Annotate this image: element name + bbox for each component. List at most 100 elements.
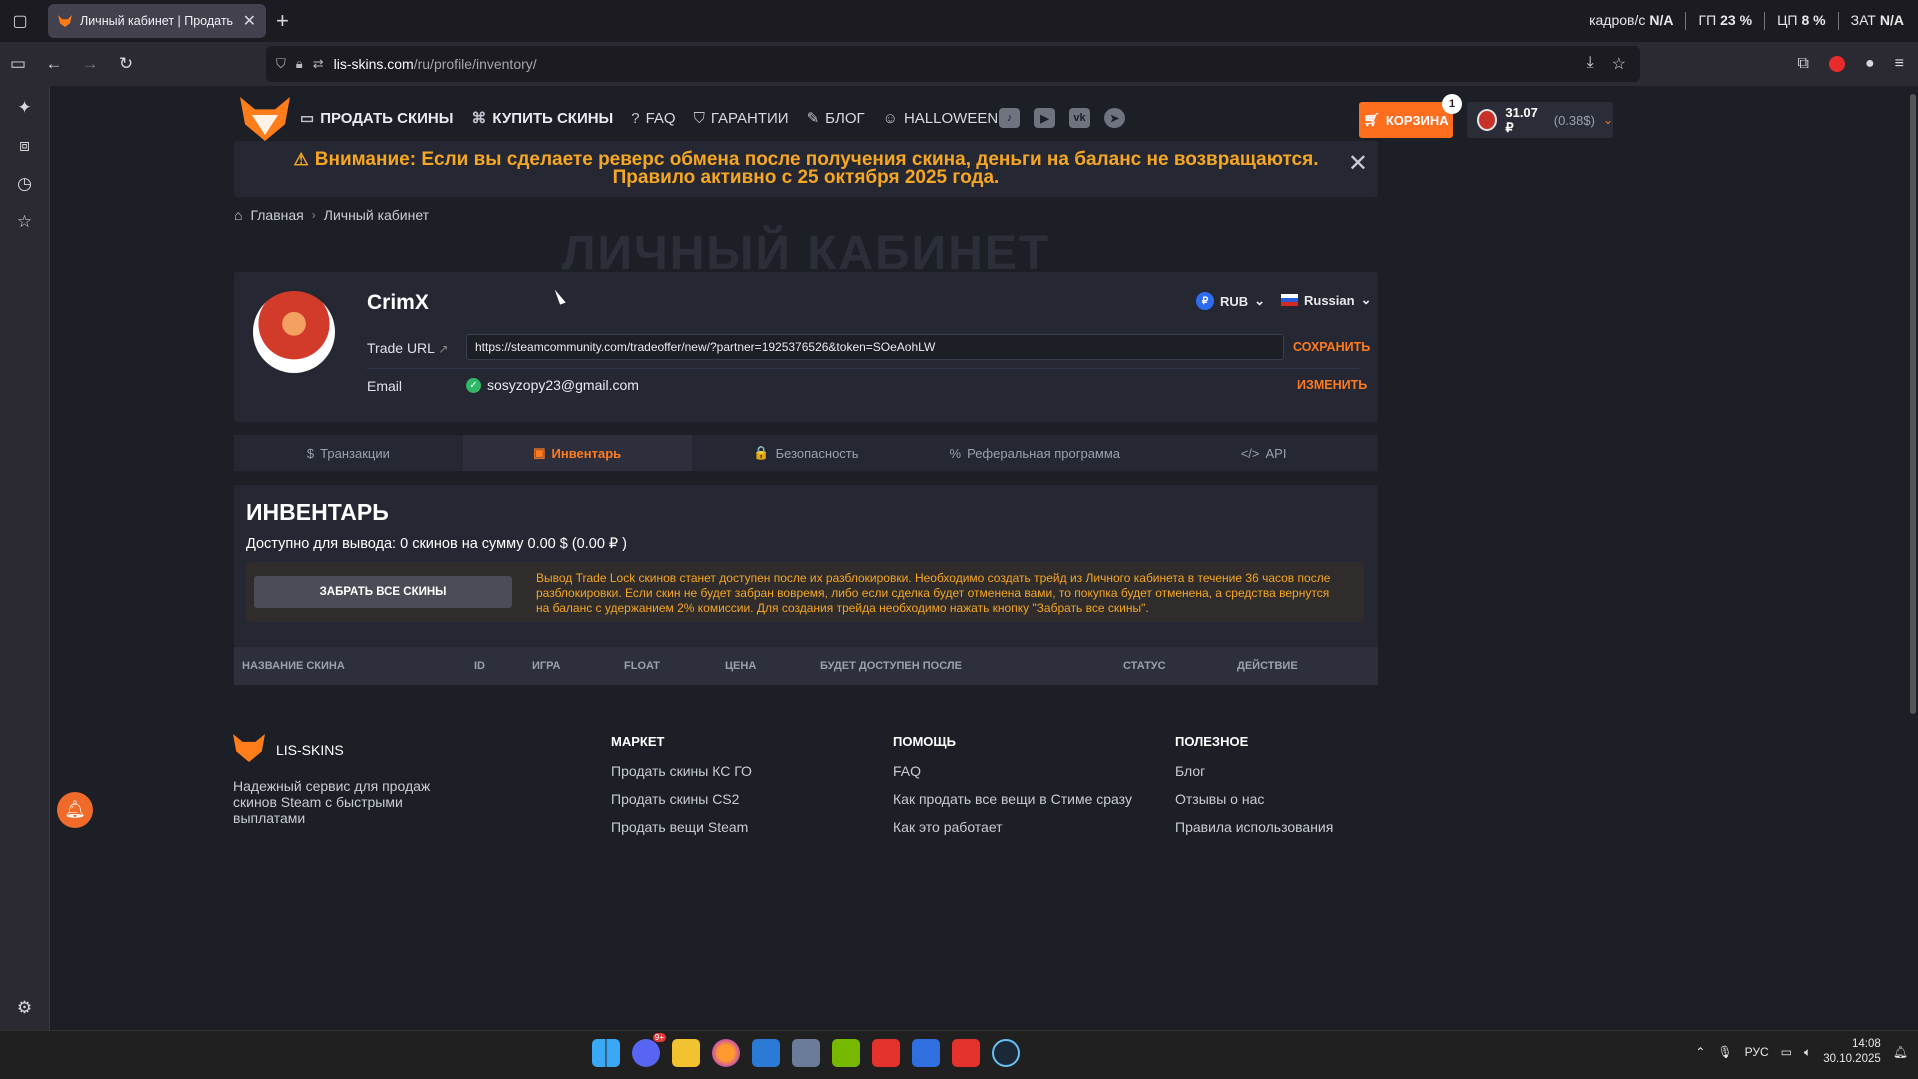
clock[interactable]: 14:08 30.10.2025 [1823, 1037, 1881, 1067]
menu-blog[interactable]: ✎ БЛОГ [807, 109, 865, 128]
app-icon-gray[interactable] [792, 1039, 820, 1067]
input-language[interactable]: РУС [1745, 1045, 1769, 1059]
sidebar-toggle-icon[interactable]: ▭ [0, 42, 36, 86]
footer-logo[interactable] [233, 734, 265, 762]
microphone-icon[interactable]: 🎙︎ [1717, 1045, 1732, 1059]
currency-select[interactable]: ₽ RUB ⌄ [1196, 292, 1265, 310]
bookmark-star-icon[interactable]: ☆ [1612, 54, 1626, 74]
inventory-icon: ▣ [533, 445, 546, 460]
address-bar[interactable]: ⛉ 🔒︎ ⇄ lis-skins.com/ru/profile/inventor… [266, 46, 1640, 82]
back-icon[interactable]: ← [36, 42, 72, 86]
lock-icon[interactable]: 🔒︎ [296, 56, 303, 72]
save-page-icon[interactable]: ⤓ [1587, 54, 1594, 74]
footer-col-title: ПОМОЩЬ [893, 734, 956, 749]
anydesk-icon[interactable] [872, 1039, 900, 1067]
tracking-shield-icon[interactable]: ⛉ [276, 56, 286, 72]
account-icon[interactable]: ● [1865, 55, 1875, 73]
language-select[interactable]: Russian ⌄ [1281, 292, 1371, 308]
page-scrollbar[interactable] [1910, 94, 1916, 714]
footer-link[interactable]: Как это работает [893, 819, 1132, 847]
menu-guarantees[interactable]: ⛉ ГАРАНТИИ [694, 110, 789, 127]
cart-icon: 🛒︎ [1363, 112, 1380, 127]
windows-start-icon[interactable] [592, 1039, 620, 1067]
chevron-right-icon: › [311, 208, 316, 222]
url-text[interactable]: lis-skins.com/ru/profile/inventory/ [334, 56, 537, 72]
trade-url-input[interactable]: https://steamcommunity.com/tradeoffer/ne… [466, 334, 1284, 360]
claim-all-skins-button[interactable]: ЗАБРАТЬ ВСЕ СКИНЫ [254, 576, 512, 608]
chevron-up-icon[interactable]: ⌃ [1695, 1045, 1705, 1059]
save-trade-url-button[interactable]: СОХРАНИТЬ [1293, 340, 1370, 354]
footer-link[interactable]: Правила использования [1175, 819, 1333, 847]
footer-link[interactable]: Продать скины КС ГО [611, 763, 752, 791]
cart-button[interactable]: 🛒︎ КОРЗИНА [1359, 102, 1453, 138]
tab-transactions[interactable]: $ Транзакции [234, 435, 463, 471]
file-explorer-icon[interactable] [672, 1039, 700, 1067]
tab-inventory[interactable]: ▣ Инвентарь [462, 435, 692, 471]
shield-icon: ⛉ [693, 109, 705, 127]
notifications-icon[interactable]: 🔔︎ [1893, 1045, 1908, 1059]
windows-taskbar: 9+ ⌃ 🎙︎ РУС ▭ 🔈︎ 14:08 30.10.2025 🔔︎ [0, 1030, 1918, 1079]
footer-link[interactable]: FAQ [893, 763, 1132, 791]
close-tab-icon[interactable]: ✕ [243, 11, 256, 31]
breadcrumb-current: Личный кабинет [323, 207, 430, 223]
steam-icon[interactable] [992, 1039, 1020, 1067]
browser-nav-bar: ▭ ← → ↻ ⛉ 🔒︎ ⇄ lis-skins.com/ru/profile/… [0, 42, 1918, 86]
footer-link[interactable]: Блог [1175, 763, 1333, 791]
menu-halloween[interactable]: ☺ HALLOWEEN [883, 110, 999, 127]
sidebar-settings-icon[interactable]: ⚙ [17, 998, 32, 1018]
youtube-extension-icon[interactable] [1828, 56, 1845, 72]
menu-icon[interactable]: ≡ [1895, 55, 1904, 73]
bookmarks-icon[interactable]: ☆ [17, 212, 32, 232]
change-email-button[interactable]: ИЗМЕНИТЬ [1297, 378, 1367, 392]
buy-icon: ⌘ [471, 110, 487, 127]
anydesk-icon-2[interactable] [952, 1039, 980, 1067]
tab-referral[interactable]: % Реферальная программа [920, 435, 1149, 471]
app-icon-blue-2[interactable] [912, 1039, 940, 1067]
banner-line-2: Правило активно с 25 октября 2025 года. [612, 167, 1000, 188]
new-tab-icon[interactable]: + [276, 8, 289, 34]
firefox-icon[interactable] [712, 1039, 740, 1067]
synced-tabs-icon[interactable]: ⧈ [19, 136, 30, 156]
youtube-icon[interactable]: ▶ [1034, 108, 1055, 128]
breadcrumb-home[interactable]: Главная [250, 207, 303, 223]
chevron-down-icon: ⌄ [1602, 113, 1613, 127]
network-icon[interactable]: ▭ [1781, 1045, 1792, 1059]
browser-tab-active[interactable]: Личный кабинет | Продать ск ✕ [48, 4, 266, 38]
footer-link[interactable]: Как продать все вещи в Стиме сразу [893, 791, 1132, 819]
footer-link[interactable]: Продать вещи Steam [611, 819, 752, 847]
footer-link[interactable]: Отзывы о нас [1175, 791, 1333, 819]
extensions-icon[interactable]: ⧉ [1798, 55, 1809, 73]
user-avatar-small [1477, 109, 1498, 131]
chevron-down-icon: ⌄ [1360, 292, 1372, 307]
dollar-icon: $ [306, 445, 315, 461]
ai-chat-icon[interactable]: ✦ [17, 98, 31, 118]
close-banner-icon[interactable]: ✕ [1348, 149, 1368, 178]
telegram-icon[interactable]: ➤ [1104, 108, 1125, 128]
menu-faq[interactable]: ? FAQ [631, 110, 675, 127]
sysmon-fps: кадров/с N/A [1589, 12, 1674, 28]
tab-list-icon[interactable]: ▢ [0, 0, 40, 42]
home-icon[interactable]: ⌂ [234, 207, 242, 223]
app-icon-blue[interactable] [752, 1039, 780, 1067]
check-icon: ✓ [466, 378, 481, 393]
tab-api[interactable]: </> API [1149, 435, 1378, 471]
history-icon[interactable]: ◷ [17, 174, 32, 194]
discord-icon[interactable]: 9+ [632, 1033, 666, 1067]
reload-icon[interactable]: ↻ [108, 42, 144, 86]
footer-link[interactable]: Продать скины CS2 [611, 791, 752, 819]
permissions-icon[interactable]: ⇄ [313, 56, 324, 72]
tab-security[interactable]: 🔒 Безопасность [692, 435, 921, 471]
menu-sell-skins[interactable]: ▭ ПРОДАТЬ СКИНЫ [300, 109, 453, 128]
menu-buy-skins[interactable]: ⌘ КУПИТЬ СКИНЫ [471, 109, 613, 128]
external-link-icon[interactable]: ↗ [438, 342, 448, 356]
forward-icon[interactable]: → [72, 42, 108, 86]
balance-dropdown[interactable]: 31.07 ₽ (0.38$) ⌄ [1467, 102, 1613, 138]
browser-tab-bar: ▢ Личный кабинет | Продать ск ✕ + кадров… [0, 0, 1918, 42]
volume-icon[interactable]: 🔈︎ [1804, 1045, 1811, 1060]
nvidia-icon[interactable] [832, 1039, 860, 1067]
tiktok-icon[interactable]: ♪ [999, 108, 1020, 128]
vk-icon[interactable]: vk [1069, 108, 1090, 128]
available-summary: Доступно для вывода: 0 скинов на сумму 0… [246, 536, 628, 552]
site-logo[interactable] [234, 91, 296, 145]
notification-bell-icon[interactable]: 🔔︎ [57, 792, 93, 828]
